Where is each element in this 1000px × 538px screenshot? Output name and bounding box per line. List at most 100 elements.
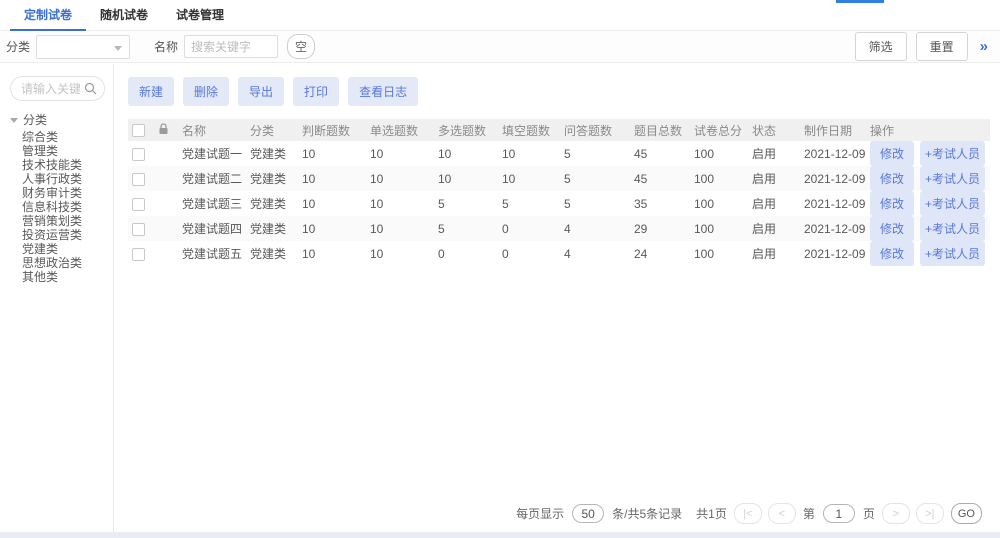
cell-status: 启用 (748, 216, 800, 241)
cell-judge: 10 (298, 166, 366, 191)
row-select-cell (128, 141, 154, 166)
add-examinee-button[interactable]: +考试人员 (920, 191, 985, 216)
row-lock-cell (154, 166, 178, 191)
go-button[interactable]: GO (951, 503, 982, 524)
cell-category: 党建类 (246, 191, 298, 216)
cell-multi: 10 (434, 141, 498, 166)
sidebar-item-10[interactable]: 其他类 (22, 270, 105, 284)
cell-qa: 5 (560, 166, 630, 191)
sidebar-item-9[interactable]: 思想政治类 (22, 256, 105, 270)
sidebar-item-6[interactable]: 营销策划类 (22, 214, 105, 228)
table-row: 党建试题五党建类101000424100启用2021-12-09修改+考试人员 (128, 241, 990, 266)
row-select-cell (128, 166, 154, 191)
chevron-down-icon (114, 46, 122, 51)
name-search-input[interactable] (184, 35, 278, 58)
add-examinee-button[interactable]: +考试人员 (920, 216, 985, 241)
edit-button[interactable]: 修改 (870, 166, 914, 191)
row-checkbox[interactable] (132, 198, 145, 211)
first-page-button[interactable]: |< (734, 503, 762, 524)
toolbar-button-3[interactable]: 打印 (293, 77, 339, 106)
sidebar-item-3[interactable]: 人事行政类 (22, 172, 105, 186)
cell-qa: 4 (560, 241, 630, 266)
table-body: 党建试题一党建类10101010545100启用2021-12-09修改+考试人… (128, 141, 990, 266)
page-number-input[interactable] (823, 504, 855, 523)
sidebar-item-8[interactable]: 党建类 (22, 242, 105, 256)
row-select-cell (128, 216, 154, 241)
per-page-input[interactable] (572, 504, 604, 523)
cell-multi: 0 (434, 241, 498, 266)
tab-1[interactable]: 随机试卷 (86, 0, 162, 31)
toolbar-button-2[interactable]: 导出 (238, 77, 284, 106)
tab-0[interactable]: 定制试卷 (10, 0, 86, 31)
column-header-7: 题目总数 (630, 119, 690, 141)
cell-single: 10 (366, 216, 434, 241)
column-header-1: 分类 (246, 119, 298, 141)
cell-total_score: 100 (690, 216, 748, 241)
cell-category: 党建类 (246, 141, 298, 166)
name-filter-label: 名称 (154, 38, 178, 55)
edit-button[interactable]: 修改 (870, 216, 914, 241)
sidebar-item-4[interactable]: 财务审计类 (22, 186, 105, 200)
row-checkbox[interactable] (132, 148, 145, 161)
edit-button[interactable]: 修改 (870, 241, 914, 266)
row-lock-cell (154, 241, 178, 266)
tab-2[interactable]: 试卷管理 (162, 0, 238, 31)
tree-expand-icon (10, 118, 18, 123)
lock-header (154, 119, 178, 141)
toolbar-button-4[interactable]: 查看日志 (348, 77, 418, 106)
sidebar-item-5[interactable]: 信息科技类 (22, 200, 105, 214)
filter-bar: 分类 名称 空 筛选 重置 » (0, 31, 1000, 63)
page-suffix-label: 页 (863, 505, 875, 522)
cell-multi: 5 (434, 191, 498, 216)
cell-status: 启用 (748, 241, 800, 266)
table-header-row: 名称分类判断题数单选题数多选题数填空题数问答题数题目总数试卷总分状态制作日期操作 (128, 119, 990, 141)
row-checkbox[interactable] (132, 173, 145, 186)
records-count-label: 条/共5条记录 (612, 505, 682, 522)
sidebar-item-7[interactable]: 投资运营类 (22, 228, 105, 242)
reset-button[interactable]: 重置 (916, 32, 968, 61)
row-checkbox[interactable] (132, 223, 145, 236)
cell-single: 10 (366, 166, 434, 191)
add-examinee-button[interactable]: +考试人员 (920, 166, 985, 191)
cell-total_score: 100 (690, 241, 748, 266)
horizontal-scrollbar[interactable] (0, 532, 1000, 538)
sidebar-item-1[interactable]: 管理类 (22, 144, 105, 158)
cell-date: 2021-12-09 (800, 241, 866, 266)
sidebar-item-0[interactable]: 综合类 (22, 130, 105, 144)
cell-category: 党建类 (246, 166, 298, 191)
next-page-button[interactable]: > (882, 503, 910, 524)
sidebar-item-2[interactable]: 技术技能类 (22, 158, 105, 172)
expand-chevron-icon[interactable]: » (980, 38, 986, 55)
toolbar: 新建删除导出打印查看日志 (128, 77, 990, 106)
cell-blank: 10 (498, 166, 560, 191)
select-all-checkbox[interactable] (132, 124, 145, 137)
cell-name: 党建试题一 (178, 141, 246, 166)
cell-status: 启用 (748, 141, 800, 166)
add-examinee-button[interactable]: +考试人员 (920, 241, 985, 266)
empty-button[interactable]: 空 (287, 34, 315, 59)
edit-button[interactable]: 修改 (870, 141, 914, 166)
cell-judge: 10 (298, 241, 366, 266)
category-select[interactable] (36, 35, 130, 59)
tree-root-category[interactable]: 分类 (10, 113, 105, 127)
cell-single: 10 (366, 191, 434, 216)
cell-total_q: 45 (630, 166, 690, 191)
cell-category: 党建类 (246, 241, 298, 266)
cell-date: 2021-12-09 (800, 166, 866, 191)
cell-date: 2021-12-09 (800, 216, 866, 241)
edit-button[interactable]: 修改 (870, 191, 914, 216)
toolbar-button-0[interactable]: 新建 (128, 77, 174, 106)
column-header-9: 状态 (748, 119, 800, 141)
table-row: 党建试题一党建类10101010545100启用2021-12-09修改+考试人… (128, 141, 990, 166)
prev-page-button[interactable]: < (768, 503, 796, 524)
tree-item-list: 综合类管理类技术技能类人事行政类财务审计类信息科技类营销策划类投资运营类党建类思… (10, 130, 105, 284)
last-page-button[interactable]: >| (916, 503, 944, 524)
cell-total_q: 35 (630, 191, 690, 216)
cell-status: 启用 (748, 166, 800, 191)
filter-button[interactable]: 筛选 (855, 32, 907, 61)
add-examinee-button[interactable]: +考试人员 (920, 141, 985, 166)
toolbar-button-1[interactable]: 删除 (183, 77, 229, 106)
row-checkbox[interactable] (132, 248, 145, 261)
cell-name: 党建试题二 (178, 166, 246, 191)
cell-name: 党建试题四 (178, 216, 246, 241)
